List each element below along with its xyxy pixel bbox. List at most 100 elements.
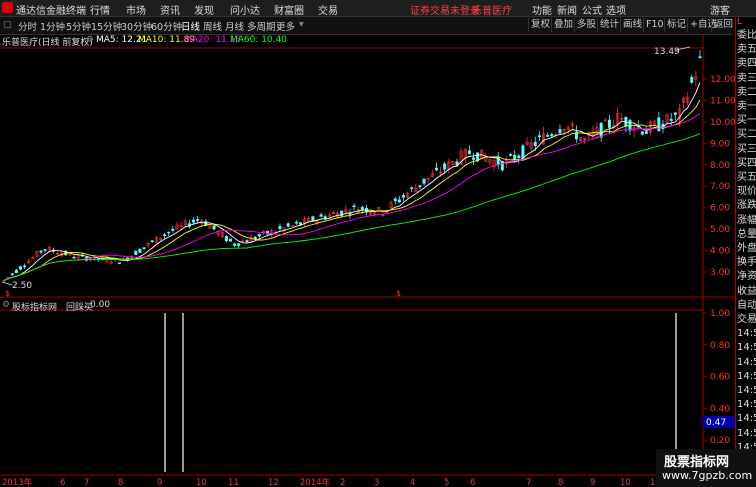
- trade-status[interactable]: 证券交易未登录: [410, 2, 480, 17]
- watermark: 股票指标网 www.7gpzb.com: [656, 449, 756, 487]
- indicator-tick-label: 0.20: [710, 436, 730, 446]
- candle-body: [521, 145, 525, 159]
- candle-body: [150, 240, 154, 243]
- sidebar-item: 买四: [737, 157, 756, 169]
- tab-multi-period[interactable]: 多周期: [247, 19, 276, 33]
- time-tick-label: 9: [157, 478, 162, 487]
- time-tick-label: 9: [590, 478, 595, 487]
- indicator-tick-label: 0.60: [710, 373, 730, 383]
- candle-body: [167, 231, 171, 234]
- tab-more[interactable]: 更多: [276, 19, 295, 33]
- candle-body: [257, 234, 261, 237]
- menu-zixun[interactable]: 资讯: [160, 2, 180, 17]
- multi-stock-button[interactable]: 多股: [574, 18, 598, 32]
- toolbar-menu-icon[interactable]: ▢: [3, 19, 12, 30]
- candle-body: [401, 195, 405, 198]
- candle-body: [18, 266, 22, 270]
- time-tick-label: 5: [444, 478, 449, 487]
- app-logo-icon: [2, 2, 13, 13]
- sidebar-item: 买二: [737, 129, 756, 141]
- sidebar-item: 交易: [737, 314, 756, 325]
- candle-body: [311, 216, 315, 222]
- tab-60min[interactable]: 60分钟: [151, 19, 182, 33]
- menu-shichang[interactable]: 市场: [126, 2, 146, 17]
- sidebar-item: 买三: [737, 143, 756, 155]
- tab-15min[interactable]: 15分钟: [91, 19, 122, 33]
- menu-gongshi[interactable]: 公式: [582, 2, 602, 17]
- time-tick-label: 8: [118, 478, 123, 487]
- tab-30min[interactable]: 30分钟: [121, 19, 152, 33]
- sidebar-item: 总量: [737, 228, 756, 240]
- candle-body: [299, 222, 303, 225]
- chevron-down-icon[interactable]: ▾: [299, 19, 304, 30]
- sidebar-item: 涨跌: [737, 200, 756, 212]
- sidebar-item: 14:56: [737, 342, 756, 354]
- price-chart[interactable]: 12.00 11.00 10.00 9.00 8.00 7.00 6.00 5.00 4.00 3…: [0, 0, 756, 487]
- tab-fenshi[interactable]: 分时: [18, 19, 37, 33]
- settings-gear-icon[interactable]: ⚙: [86, 35, 94, 45]
- ma60-value: MA60: 10.40: [230, 35, 288, 45]
- draw-line-button[interactable]: 画线: [620, 18, 644, 32]
- candle-body: [10, 273, 14, 275]
- chart-title: 乐普医疗(日线 前复权): [2, 38, 93, 48]
- sidebar-item: 收益: [737, 285, 756, 297]
- sidebar-item: 14:56: [737, 328, 756, 340]
- sidebar-item: 14:56: [737, 356, 756, 368]
- candle-body: [142, 247, 146, 249]
- menu-gongneng[interactable]: 功能: [532, 2, 552, 17]
- sidebar-item: 自动: [737, 299, 756, 311]
- sidebar-item: 外盘: [737, 243, 756, 254]
- candle-body: [533, 141, 537, 147]
- tab-5min[interactable]: 5分钟: [66, 19, 91, 33]
- candle-body: [644, 131, 648, 134]
- mark-button[interactable]: 标记: [664, 18, 688, 32]
- candle-body: [72, 256, 76, 259]
- tab-daily[interactable]: 日线: [181, 19, 200, 33]
- menu-xuanxiang[interactable]: 选项: [606, 2, 626, 17]
- candle-body: [319, 214, 323, 217]
- f10-button[interactable]: F10: [643, 18, 666, 32]
- candle-body: [690, 76, 694, 83]
- indicator-line-name: 回踩买: [66, 303, 94, 313]
- candle-body: [509, 154, 513, 156]
- time-axis: 2013年67891011122014年234567891011121: [2, 477, 695, 487]
- candle-body: [23, 265, 27, 268]
- menu-jiaoyi[interactable]: 交易: [318, 2, 338, 17]
- sidebar-item: 卖一: [737, 101, 756, 112]
- sidebar-item: 买五: [737, 172, 756, 183]
- candle-body: [517, 155, 521, 158]
- fuquan-button[interactable]: 复权: [528, 18, 552, 32]
- candle-body: [245, 240, 249, 243]
- indicator-layer: [164, 313, 677, 472]
- menu-hangqing[interactable]: 行情: [90, 2, 110, 17]
- candle-body: [360, 206, 364, 210]
- time-tick-label: 6: [60, 478, 65, 487]
- candle-body: [607, 119, 611, 128]
- stats-button[interactable]: 统计: [597, 18, 621, 32]
- candle-body: [278, 226, 282, 229]
- candle-body: [393, 198, 397, 202]
- sidebar-header-icon: L: [737, 17, 743, 27]
- indicator-tick-label: 1.00: [710, 309, 730, 319]
- candle-body: [657, 117, 661, 132]
- menu-faxian[interactable]: 发现: [194, 2, 214, 17]
- indicator-name[interactable]: 股标指标网: [12, 300, 57, 313]
- candle-body: [196, 219, 200, 221]
- indicator-settings-icon[interactable]: ⚙: [2, 300, 10, 310]
- chart-info-bar: 乐普医疗(日线 前复权) ⚙ MA5: 12.21 MA10: 11.89 MA…: [0, 35, 732, 48]
- menu-wenxiaoda[interactable]: 问小达: [230, 2, 260, 17]
- candle-body: [434, 167, 438, 171]
- user-label[interactable]: 游客: [710, 2, 730, 17]
- tab-1min[interactable]: 1分钟: [40, 19, 65, 33]
- back-button[interactable]: 返回: [711, 18, 735, 32]
- watermark-url: www.7gpzb.com: [662, 469, 753, 482]
- menu-caifuquan[interactable]: 财富圈: [274, 2, 304, 17]
- time-tick-label: 3: [374, 478, 379, 487]
- sidebar-item: 14:56: [737, 385, 756, 396]
- menu-xinwen[interactable]: 新闻: [557, 2, 577, 17]
- candle-body: [443, 163, 447, 170]
- overlay-button[interactable]: 叠加: [551, 18, 575, 32]
- tab-monthly[interactable]: 月线: [225, 19, 244, 33]
- tab-weekly[interactable]: 周线: [203, 19, 222, 33]
- price-tick-label: 3.00: [710, 268, 730, 278]
